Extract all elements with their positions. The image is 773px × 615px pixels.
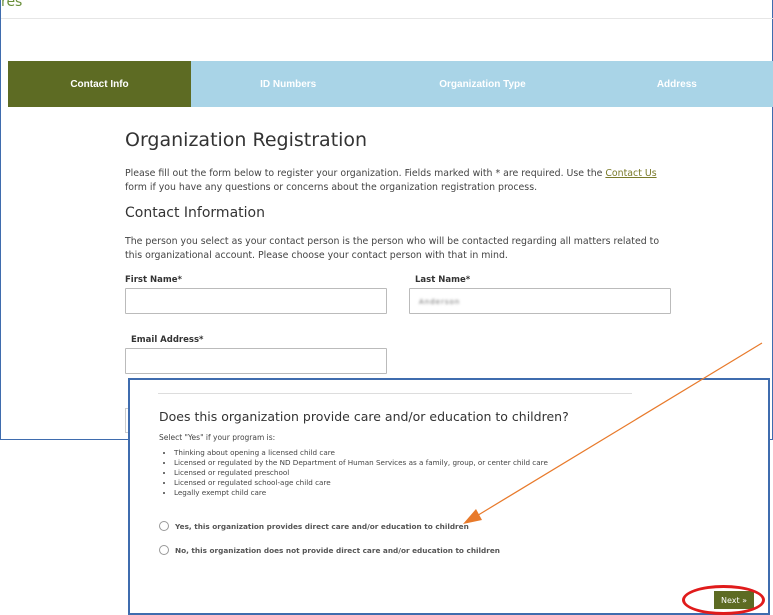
criteria-list: Thinking about opening a licensed child … xyxy=(164,448,548,498)
intro-text-end: form if you have any questions or concer… xyxy=(125,182,538,193)
list-item: Licensed or regulated preschool xyxy=(174,468,548,478)
next-button-highlight xyxy=(682,585,765,615)
intro-text: Please fill out the form below to regist… xyxy=(125,167,670,195)
site-logo: res xyxy=(1,0,23,10)
tab-group-remaining: ID Numbers Organization Type Address xyxy=(191,61,773,107)
care-question-screenshot: Does this organization provide care and/… xyxy=(128,378,770,615)
no-option[interactable]: No, this organization does not provide d… xyxy=(159,545,500,555)
contact-us-link[interactable]: Contact Us xyxy=(605,168,656,179)
intro-text-start: Please fill out the form below to regist… xyxy=(125,168,606,179)
list-item: Legally exempt child care xyxy=(174,488,548,498)
tab-id-numbers[interactable]: ID Numbers xyxy=(191,79,385,90)
care-question-title: Does this organization provide care and/… xyxy=(159,409,569,424)
list-item: Thinking about opening a licensed child … xyxy=(174,448,548,458)
tab-contact-info[interactable]: Contact Info xyxy=(8,61,191,107)
no-option-label: No, this organization does not provide d… xyxy=(175,545,500,555)
tab-organization-type[interactable]: Organization Type xyxy=(385,79,579,90)
tab-label: Contact Info xyxy=(70,78,129,90)
yes-radio[interactable] xyxy=(159,521,169,531)
section-title: Contact Information xyxy=(125,205,265,221)
first-name-label: First Name* xyxy=(125,275,182,285)
yes-option-label: Yes, this organization provides direct c… xyxy=(175,521,469,531)
email-label: Email Address* xyxy=(131,335,204,345)
yes-option[interactable]: Yes, this organization provides direct c… xyxy=(159,521,469,531)
header-divider xyxy=(1,18,773,19)
page-title: Organization Registration xyxy=(125,129,368,151)
registration-form-screenshot: res Contact Info ID Numbers Organization… xyxy=(0,0,773,440)
first-name-field[interactable] xyxy=(125,288,387,314)
tab-address[interactable]: Address xyxy=(580,79,773,90)
question-divider xyxy=(158,393,632,394)
no-radio[interactable] xyxy=(159,545,169,555)
list-item: Licensed or regulated by the ND Departme… xyxy=(174,458,548,468)
select-hint: Select "Yes" if your program is: xyxy=(159,433,276,442)
progress-tabs: Contact Info ID Numbers Organization Typ… xyxy=(8,61,773,107)
email-field[interactable] xyxy=(125,348,387,374)
last-name-label: Last Name* xyxy=(415,275,471,285)
contact-info-text: The person you select as your contact pe… xyxy=(125,236,660,261)
list-item: Licensed or regulated school-age child c… xyxy=(174,478,548,488)
last-name-value: Anderson xyxy=(419,298,461,306)
